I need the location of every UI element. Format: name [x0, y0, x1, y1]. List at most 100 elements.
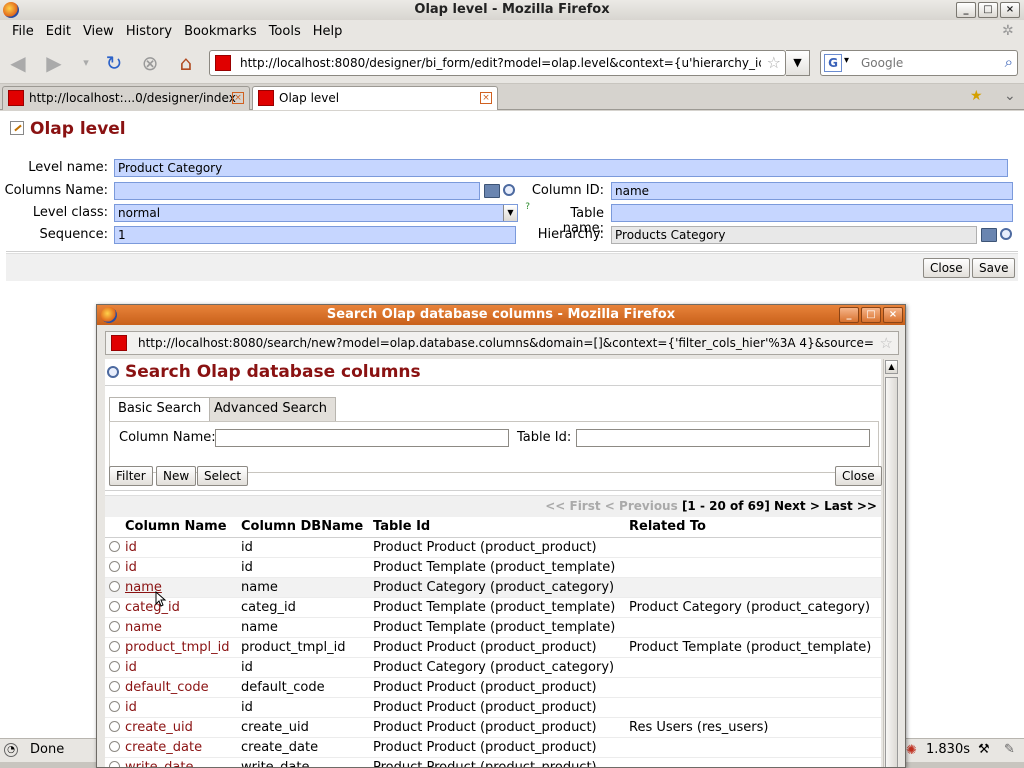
row-radio[interactable]	[109, 700, 120, 712]
chevron-down-icon[interactable]: ▼	[503, 205, 517, 221]
forward-arrow-icon[interactable]: ▶	[40, 50, 68, 76]
filter-button[interactable]: Filter	[109, 466, 153, 486]
table-row[interactable]: product_tmpl_id product_tmpl_id Product Pr…	[105, 637, 881, 658]
save-button[interactable]: Save	[972, 258, 1016, 278]
minimize-button[interactable]: _	[956, 2, 976, 18]
new-button[interactable]: New	[156, 466, 197, 486]
column-name-link[interactable]: name	[125, 620, 162, 635]
column-header-table-id[interactable]: Table Id	[373, 517, 629, 538]
column-name-link[interactable]: id	[125, 560, 137, 575]
tab-close-icon[interactable]: ×	[232, 92, 244, 104]
menu-tools[interactable]: Tools	[263, 24, 307, 39]
tab-designer-index[interactable]: http://localhost:...0/designer/index ×	[2, 86, 250, 110]
table-row[interactable]: name name Product Category (product_catego…	[105, 577, 881, 598]
scroll-thumb[interactable]	[885, 377, 898, 767]
menu-file[interactable]: File	[6, 24, 40, 39]
column-name-link[interactable]: product_tmpl_id	[125, 640, 230, 655]
tab-list-icon[interactable]: ⌄	[1004, 88, 1016, 104]
hierarchy-field[interactable]: Products Category	[611, 226, 977, 244]
column-name-link[interactable]: write_date	[125, 760, 194, 768]
home-icon[interactable]: ⌂	[172, 50, 200, 76]
back-arrow-icon[interactable]: ◀	[4, 50, 32, 76]
open-folder-icon[interactable]	[484, 184, 500, 198]
pager-next[interactable]: Next >	[774, 499, 820, 513]
addon-icon[interactable]: ✎	[1004, 742, 1015, 757]
row-radio[interactable]	[109, 620, 120, 632]
column-name-link[interactable]: create_uid	[125, 720, 193, 735]
menu-edit[interactable]: Edit	[40, 24, 77, 39]
menu-help[interactable]: Help	[307, 24, 349, 39]
bookmark-star-icon[interactable]: ☆	[767, 53, 781, 72]
table-row[interactable]: write_date write_date Product Product (pro…	[105, 757, 881, 768]
table-id-input[interactable]	[576, 429, 870, 447]
scroll-up-arrow-icon[interactable]: ▲	[885, 360, 898, 374]
search-lens-icon[interactable]	[1000, 228, 1012, 240]
table-row[interactable]: default_code default_code Product Product …	[105, 677, 881, 698]
popup-minimize-button[interactable]: _	[839, 307, 859, 323]
url-text[interactable]: http://localhost:8080/designer/bi_form/e…	[240, 51, 761, 75]
row-radio[interactable]	[109, 760, 120, 767]
bookmark-tab-icon[interactable]: ★	[970, 88, 983, 104]
column-name-link[interactable]: default_code	[125, 680, 209, 695]
extension-icon[interactable]: ⚒	[978, 742, 990, 757]
open-folder-icon[interactable]	[981, 228, 997, 242]
tab-basic-search[interactable]: Basic Search	[109, 397, 211, 421]
popup-url-bar[interactable]: http://localhost:8080/search/new?model=o…	[105, 331, 899, 355]
close-button[interactable]: Close	[923, 258, 970, 278]
popup-close-button[interactable]: ×	[883, 307, 903, 323]
url-dropdown-button[interactable]: ▼	[786, 50, 810, 76]
search-lens-icon[interactable]	[503, 184, 515, 196]
tab-close-icon[interactable]: ×	[480, 92, 492, 104]
column-header-related-to[interactable]: Related To	[629, 517, 881, 538]
search-magnifier-icon[interactable]: ⌕	[1005, 53, 1013, 71]
column-name-link[interactable]: categ_id	[125, 600, 180, 615]
popup-maximize-button[interactable]: □	[861, 307, 881, 323]
table-row[interactable]: id id Product Product (product_product)	[105, 697, 881, 718]
row-radio[interactable]	[109, 720, 120, 732]
stop-icon[interactable]: ⊗	[136, 50, 164, 76]
tab-advanced-search[interactable]: Advanced Search	[205, 397, 337, 421]
row-radio[interactable]	[109, 600, 120, 612]
column-name-link[interactable]: id	[125, 540, 137, 555]
menu-history[interactable]: History	[120, 24, 178, 39]
google-engine-icon[interactable]: G	[824, 54, 842, 72]
column-name-link[interactable]: id	[125, 700, 137, 715]
column-header-dbname[interactable]: Column DBName	[241, 517, 373, 538]
popup-url-text[interactable]: http://localhost:8080/search/new?model=o…	[138, 332, 874, 354]
column-name-link[interactable]: create_date	[125, 740, 202, 755]
engine-dropdown-icon[interactable]: ▾	[844, 55, 849, 66]
column-name-link[interactable]: id	[125, 660, 137, 675]
sequence-field[interactable]: 1	[114, 226, 516, 244]
history-dropdown-icon[interactable]: ▾	[72, 50, 100, 76]
table-row[interactable]: categ_id categ_id Product Template (produc…	[105, 597, 881, 618]
popup-close-form-button[interactable]: Close	[835, 466, 882, 486]
row-radio[interactable]	[109, 640, 120, 652]
popup-scrollbar[interactable]: ▲	[883, 359, 899, 767]
reload-icon[interactable]: ↻	[100, 50, 128, 76]
select-button[interactable]: Select	[197, 466, 249, 486]
pager-last[interactable]: Last >>	[824, 499, 877, 513]
table-name-field[interactable]	[611, 204, 1013, 222]
menu-view[interactable]: View	[77, 24, 120, 39]
column-header-name[interactable]: Column Name	[125, 517, 241, 538]
url-bar[interactable]: http://localhost:8080/designer/bi_form/e…	[209, 50, 786, 76]
close-window-button[interactable]: ×	[1000, 2, 1020, 18]
table-row[interactable]: create_date create_date Product Product (p…	[105, 737, 881, 758]
table-row[interactable]: name name Product Template (product_templa…	[105, 617, 881, 638]
search-box[interactable]: G ▾ ⌕	[820, 50, 1018, 76]
menu-bookmarks[interactable]: Bookmarks	[178, 24, 263, 39]
table-row[interactable]: create_uid create_uid Product Product (pro…	[105, 717, 881, 738]
row-radio[interactable]	[109, 540, 120, 552]
table-row[interactable]: id id Product Product (product_product)	[105, 537, 881, 558]
row-radio[interactable]	[109, 740, 120, 752]
bookmark-star-icon[interactable]: ☆	[880, 334, 893, 352]
maximize-button[interactable]: □	[978, 2, 998, 18]
level-class-select[interactable]: normal ▼	[114, 204, 518, 222]
row-radio[interactable]	[109, 660, 120, 672]
search-input[interactable]	[861, 53, 991, 73]
row-radio[interactable]	[109, 680, 120, 692]
column-id-field[interactable]: name	[611, 182, 1013, 200]
firebug-icon[interactable]: ✺	[906, 743, 917, 758]
level-name-field[interactable]: Product Category	[114, 159, 1008, 177]
row-radio[interactable]	[109, 560, 120, 572]
